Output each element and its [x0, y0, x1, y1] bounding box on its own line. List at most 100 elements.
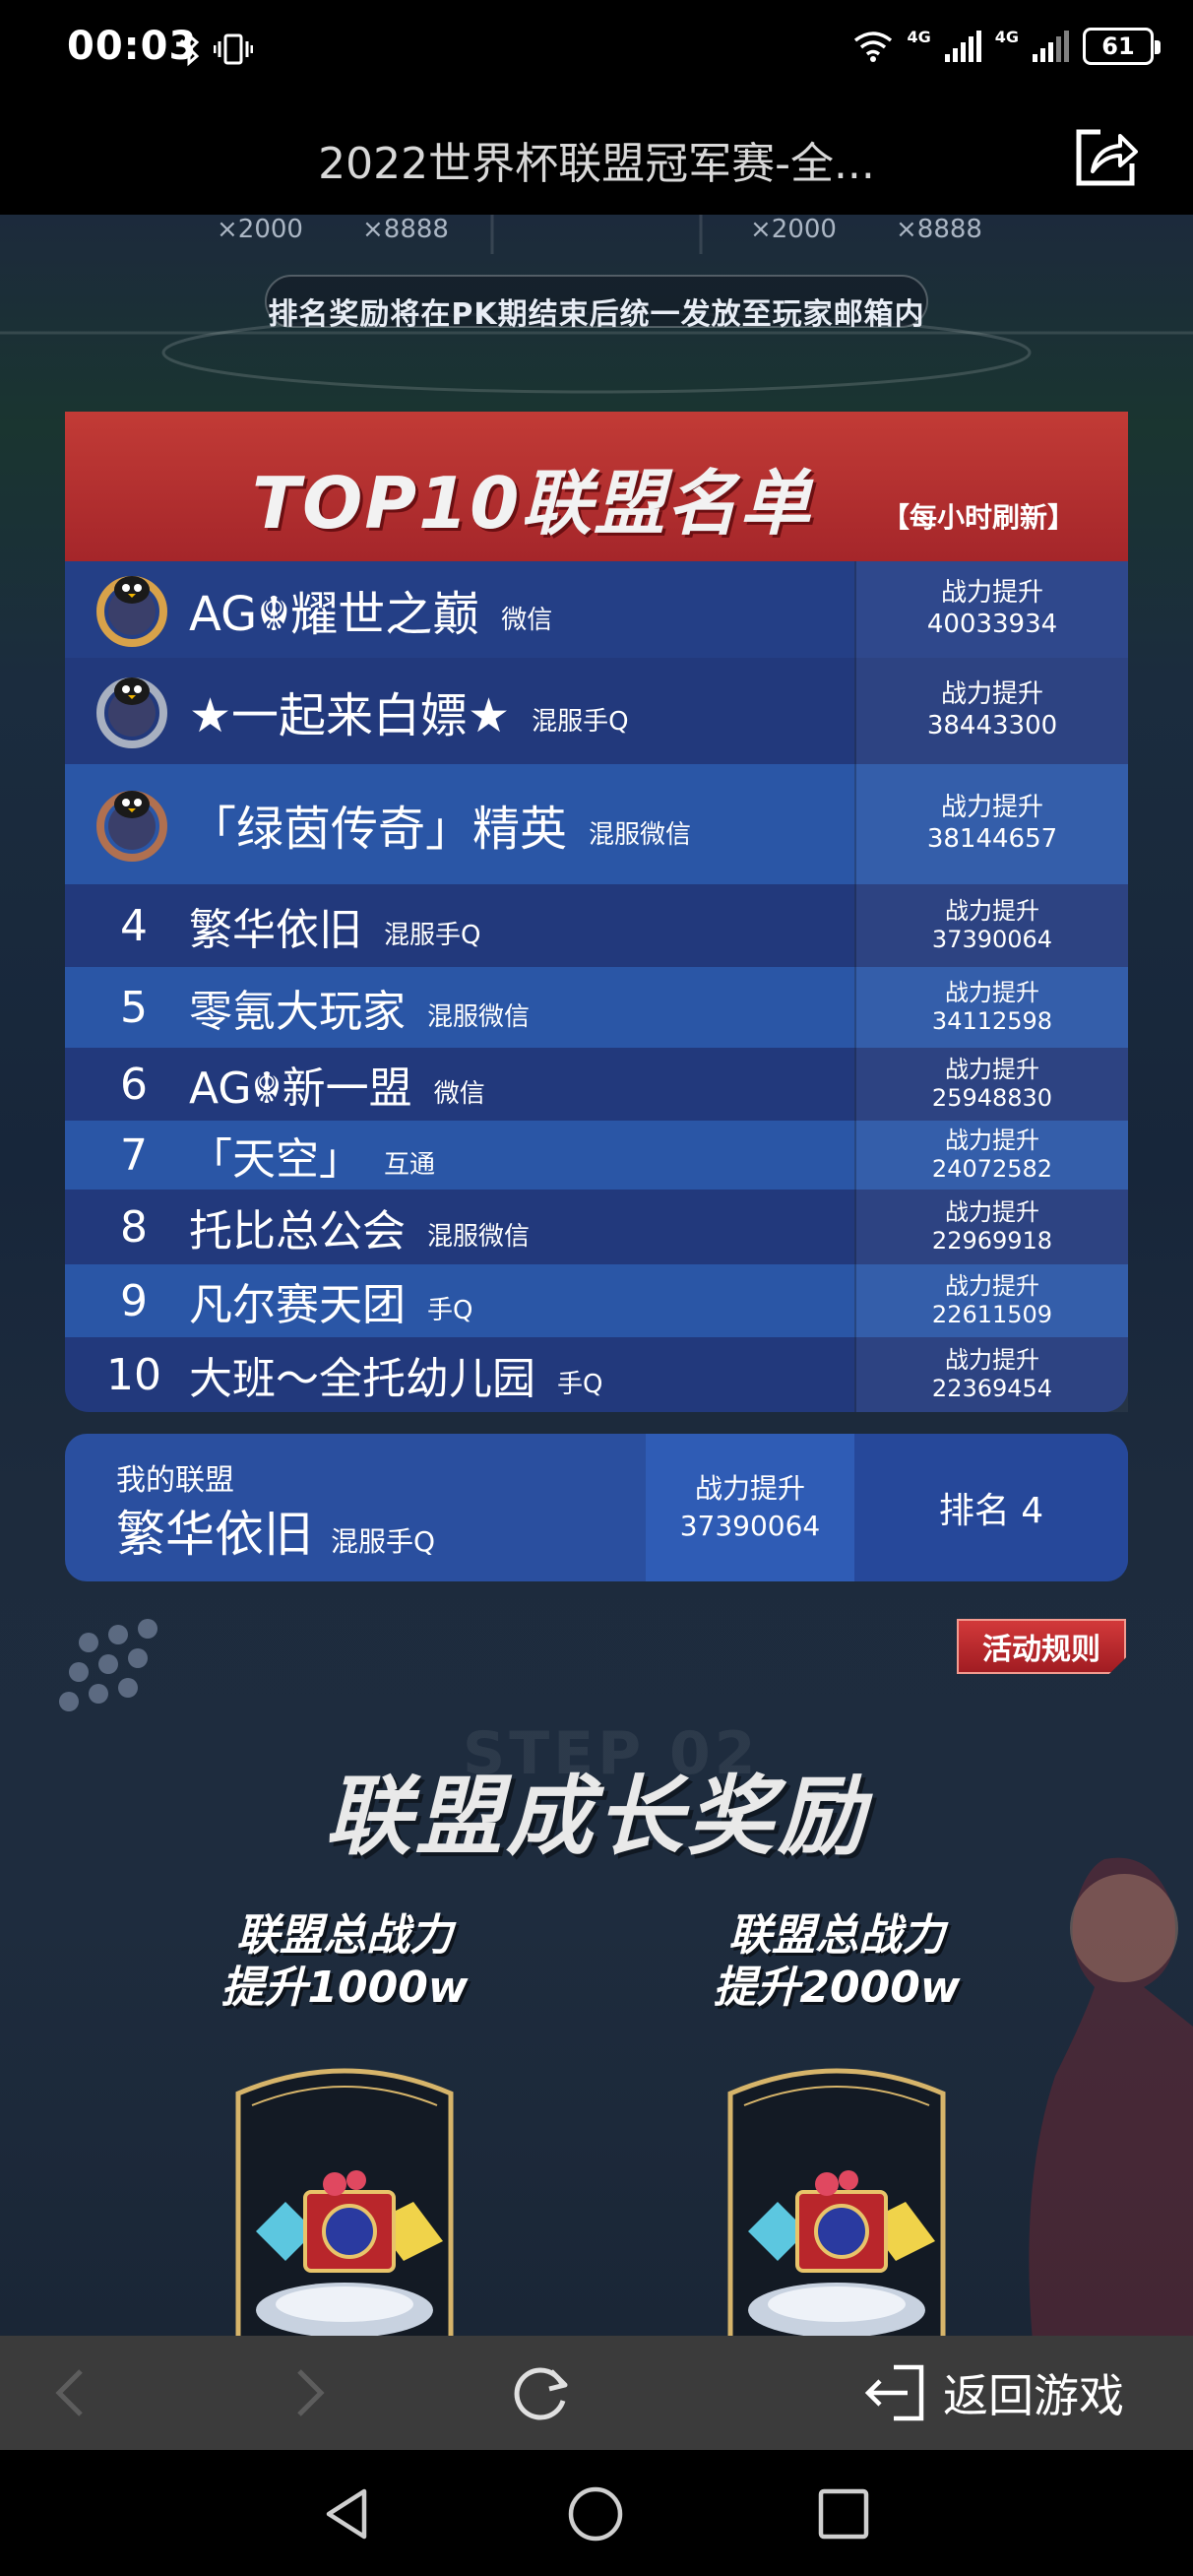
- top-reward-count: ×2000: [750, 215, 837, 244]
- rank-row: 4 繁华依旧 混服手Q 战力提升 37390064: [65, 884, 1128, 967]
- reward-tier-line2: 提升2000w: [713, 1962, 961, 2013]
- alliance-name: ★一起来白嫖★ 混服手Q: [189, 688, 629, 743]
- silver-medal-icon: [96, 677, 167, 748]
- rank-number: 9: [120, 1275, 148, 1326]
- alliance-server: 混服微信: [427, 1001, 531, 1032]
- rank-number: 10: [106, 1349, 161, 1400]
- player-illustration: [1029, 1857, 1193, 2336]
- alliance-name: 大班～全托幼儿园 手Q: [189, 1354, 603, 1404]
- my-alliance-name: 繁华依旧 混服手Q: [116, 1506, 436, 1563]
- rank-row: 7 「天空」 互通 战力提升 24072582: [65, 1121, 1128, 1190]
- reward-pack-icon[interactable]: [219, 2054, 471, 2336]
- nav-back-triangle-icon[interactable]: [317, 2483, 378, 2544]
- alliance-name: 零氪大玩家 混服微信: [189, 987, 531, 1037]
- alliance-name: 「绿茵传奇」精英 混服微信: [189, 802, 692, 857]
- top-reward-count: ×8888: [362, 215, 449, 244]
- my-alliance-rank: 排名 4: [854, 1434, 1128, 1581]
- system-nav-bar: [0, 2450, 1193, 2576]
- status-bar: 00:03 4G 4G 61: [0, 0, 1193, 98]
- refresh-note: 【每小时刷新】: [882, 501, 1076, 534]
- rank-list: AG☬耀世之巅 微信 战力提升 40033934 ★一起来白嫖★ 混服手Q 战力提升 3…: [65, 561, 1128, 1412]
- refresh-icon[interactable]: [506, 2357, 577, 2428]
- power-value: 25948830: [931, 1084, 1053, 1112]
- reward-pack-icon[interactable]: [711, 2054, 963, 2336]
- power-value: 37390064: [931, 926, 1053, 953]
- wifi-icon: [854, 32, 893, 62]
- power-label: 战力提升: [945, 979, 1039, 1007]
- my-alliance-panel: 我的联盟 繁华依旧 混服手Q 战力提升 37390064 排名 4: [65, 1434, 1128, 1581]
- nav-recents-square-icon[interactable]: [813, 2483, 874, 2544]
- top10-header: TOP10联盟名单 【每小时刷新】: [65, 412, 1128, 561]
- power-value: 38144657: [926, 824, 1058, 855]
- alliance-server: 手Q: [427, 1295, 473, 1325]
- reward-notice: 排名奖励将在PK期结束后统一发放至玩家邮箱内: [268, 297, 925, 332]
- power-label: 战力提升: [694, 1472, 805, 1506]
- power-label: 战力提升: [940, 792, 1043, 822]
- title-bar: 2022世界杯联盟冠军赛-全...: [0, 98, 1193, 215]
- share-icon[interactable]: [1071, 122, 1142, 193]
- page-title: 2022世界杯联盟冠军赛-全...: [318, 139, 875, 189]
- alliance-server: 混服微信: [589, 819, 692, 850]
- network-type-2: 4G: [994, 28, 1019, 46]
- alliance-name: 凡尔赛天团 手Q: [189, 1280, 473, 1330]
- return-to-game-label: 返回游戏: [943, 2369, 1124, 2422]
- event-page: ×2000 ×8888 ×2000 ×8888 排名奖励将在PK期结束后统一发放…: [0, 215, 1193, 2336]
- top-reward-count: ×2000: [217, 215, 303, 244]
- status-left-icons: [177, 28, 254, 67]
- alliance-server: 手Q: [557, 1369, 603, 1399]
- alliance-name: 托比总公会 混服微信: [189, 1206, 531, 1256]
- rank-number: 6: [120, 1059, 148, 1110]
- rules-button[interactable]: 活动规则: [957, 1619, 1126, 1674]
- power-value: 22369454: [931, 1375, 1053, 1402]
- alliance-name: AG☬新一盟 微信: [189, 1063, 485, 1114]
- reward-tier-line1: 联盟总战力: [236, 1910, 453, 1961]
- rank-number: 4: [120, 900, 148, 951]
- power-value: 37390064: [679, 1510, 821, 1542]
- rank-row: 9 凡尔赛天团 手Q 战力提升 22611509: [65, 1264, 1128, 1337]
- power-value: 22969918: [931, 1227, 1053, 1255]
- bluetooth-icon: [179, 32, 200, 66]
- reward-tier-1: 联盟总战力 提升1000w: [197, 1910, 492, 2336]
- power-label: 战力提升: [940, 678, 1043, 709]
- power-label: 战力提升: [945, 1272, 1039, 1301]
- power-label: 战力提升: [945, 1127, 1039, 1155]
- rank-row: AG☬耀世之巅 微信 战力提升 40033934: [65, 561, 1128, 658]
- power-label: 战力提升: [945, 897, 1039, 926]
- rank-number: 8: [120, 1201, 148, 1253]
- alliance-server: 微信: [501, 605, 553, 635]
- power-value: 38443300: [926, 711, 1058, 741]
- forward-icon[interactable]: [274, 2359, 341, 2426]
- growth-reward-title: 联盟成长奖励: [324, 1766, 868, 1867]
- browser-toolbar: 返回游戏: [0, 2336, 1193, 2450]
- bronze-medal-icon: [96, 791, 167, 862]
- rank-row: 6 AG☬新一盟 微信 战力提升 25948830: [65, 1048, 1128, 1121]
- reward-tier-line2: 提升1000w: [220, 1962, 469, 2013]
- return-to-game-button[interactable]: 返回游戏: [858, 2357, 1124, 2428]
- alliance-server: 互通: [384, 1149, 436, 1180]
- my-alliance-server: 混服手Q: [331, 1525, 436, 1558]
- exit-icon: [864, 2364, 924, 2421]
- rank-row: 8 托比总公会 混服微信 战力提升 22969918: [65, 1190, 1128, 1264]
- gold-medal-icon: [96, 576, 167, 647]
- nav-home-circle-icon[interactable]: [565, 2483, 626, 2544]
- rank-row: 5 零氪大玩家 混服微信 战力提升 34112598: [65, 967, 1128, 1048]
- power-value: 40033934: [926, 610, 1058, 640]
- power-value: 24072582: [931, 1155, 1053, 1183]
- alliance-server: 混服手Q: [532, 706, 629, 737]
- stadium-lights: [59, 1619, 157, 1711]
- alliance-server: 微信: [433, 1078, 485, 1109]
- status-right-icons: 4G 4G 61: [853, 28, 1161, 65]
- signal-icon-2: [1033, 31, 1069, 62]
- rank-row: 「绿茵传奇」精英 混服微信 战力提升 38144657: [65, 764, 1128, 884]
- back-icon[interactable]: [39, 2359, 106, 2426]
- network-type-1: 4G: [907, 28, 931, 46]
- alliance-name: AG☬耀世之巅 微信: [189, 587, 553, 642]
- alliance-server: 混服手Q: [384, 920, 481, 950]
- my-alliance-power: 战力提升 37390064: [646, 1434, 854, 1581]
- power-label: 战力提升: [940, 577, 1043, 608]
- rank-row: 10 大班～全托幼儿园 手Q 战力提升 22369454: [65, 1337, 1128, 1412]
- vibrate-icon: [213, 33, 254, 64]
- top-reward-count: ×8888: [896, 215, 982, 244]
- top10-title: TOP10联盟名单: [252, 462, 813, 545]
- alliance-name: 繁华依旧 混服手Q: [189, 905, 481, 955]
